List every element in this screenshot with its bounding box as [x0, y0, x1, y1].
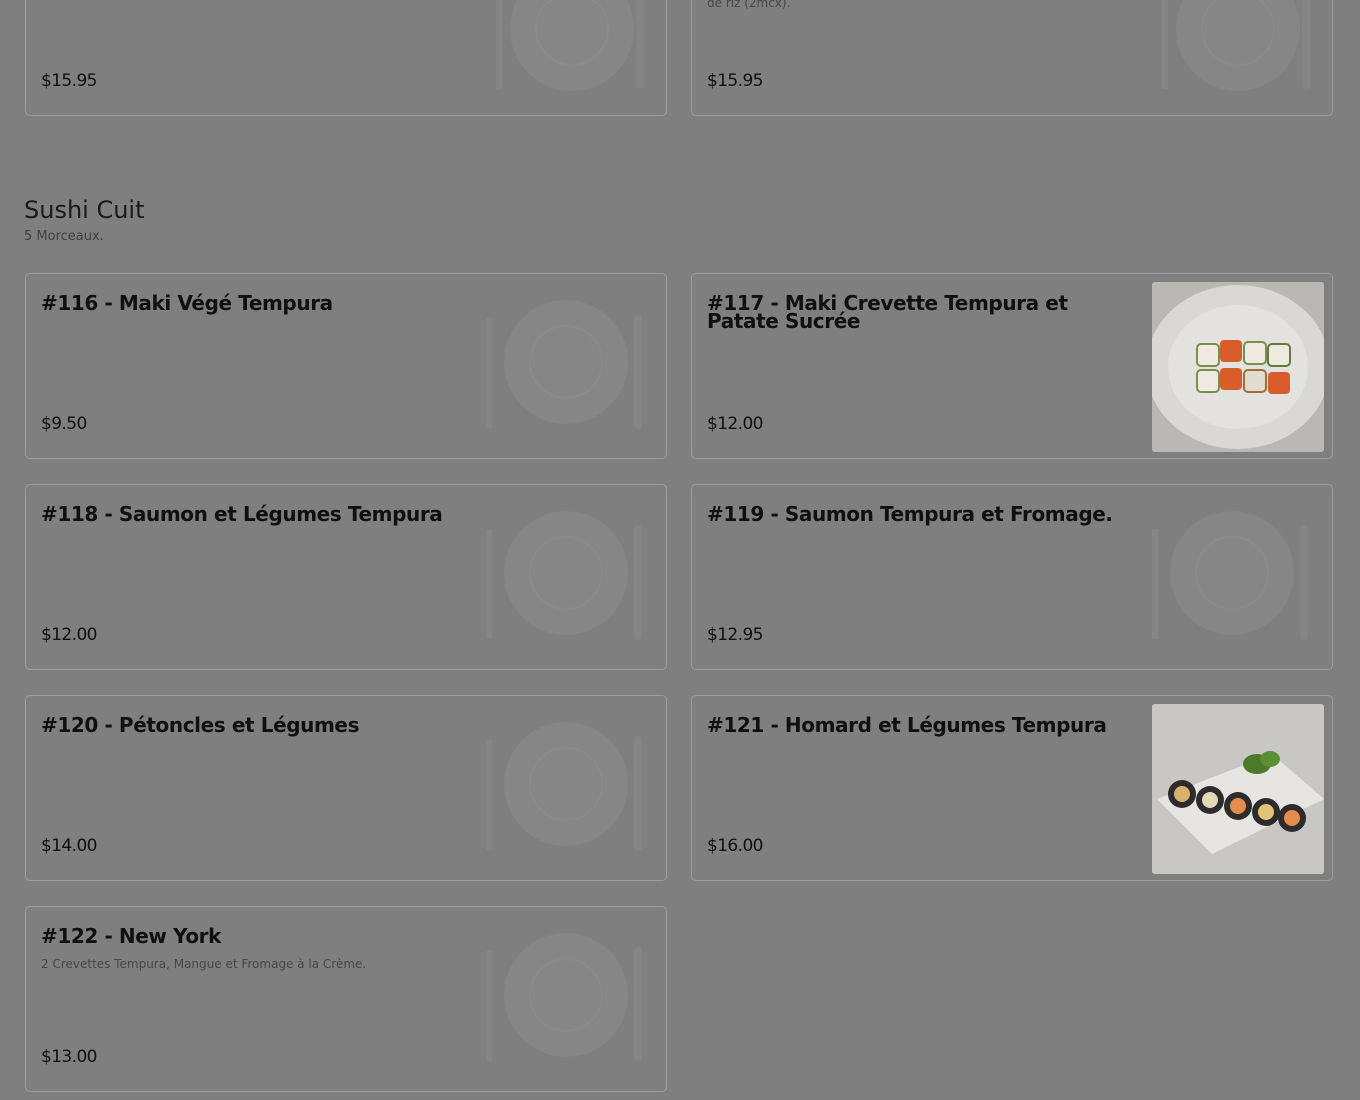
- item-price: $15.95: [41, 71, 97, 91]
- plate-placeholder-icon: [486, 704, 658, 874]
- menu-item-card[interactable]: #118 - Saumon et Légumes Tempura $12.00: [25, 484, 667, 670]
- item-title: #119 - Saumon Tempura et Fromage.: [707, 502, 1113, 526]
- item-price: $16.00: [707, 836, 763, 856]
- menu-item-card[interactable]: de riz (2mcx). $15.95: [691, 0, 1333, 116]
- plate-placeholder-icon: [486, 915, 658, 1085]
- plate-placeholder-icon: [486, 282, 658, 452]
- item-description: de riz (2mcx).: [707, 0, 791, 10]
- item-title: #120 - Pétoncles et Légumes: [41, 713, 360, 737]
- item-description: 2 Crevettes Tempura, Mangue et Fromage à…: [41, 957, 367, 971]
- section-title: Sushi Cuit: [24, 196, 145, 224]
- menu-item-card[interactable]: #122 - New York 2 Crevettes Tempura, Man…: [25, 906, 667, 1092]
- menu-item-card[interactable]: #119 - Saumon Tempura et Fromage. $12.95: [691, 484, 1333, 670]
- item-price: $12.95: [707, 625, 763, 645]
- menu-item-card[interactable]: #117 - Maki Crevette Tempura et Patate S…: [691, 273, 1333, 459]
- item-price: $9.50: [41, 414, 87, 434]
- item-title: #116 - Maki Végé Tempura: [41, 291, 333, 315]
- sushi-photo: [1152, 282, 1324, 452]
- menu-item-card[interactable]: #120 - Pétoncles et Légumes $14.00: [25, 695, 667, 881]
- plate-placeholder-icon: [1152, 0, 1324, 109]
- item-title: #117 - Maki Crevette Tempura et Patate S…: [707, 291, 1068, 333]
- section-subtitle: 5 Morceaux.: [24, 229, 104, 244]
- menu-item-card[interactable]: #121 - Homard et Légumes Tempura $16.00: [691, 695, 1333, 881]
- plate-placeholder-icon: [486, 0, 658, 109]
- plate-placeholder-icon: [1152, 493, 1324, 663]
- menu-item-card[interactable]: #116 - Maki Végé Tempura $9.50: [25, 273, 667, 459]
- item-title: #122 - New York: [41, 924, 222, 948]
- sushi-photo: [1152, 704, 1324, 874]
- item-price: $12.00: [707, 414, 763, 434]
- item-title: #118 - Saumon et Légumes Tempura: [41, 502, 443, 526]
- item-price: $13.00: [41, 1047, 97, 1067]
- item-price: $12.00: [41, 625, 97, 645]
- menu-item-card[interactable]: $15.95: [25, 0, 667, 116]
- item-price: $15.95: [707, 71, 763, 91]
- item-price: $14.00: [41, 836, 97, 856]
- item-title: #121 - Homard et Légumes Tempura: [707, 713, 1107, 737]
- plate-placeholder-icon: [486, 493, 658, 663]
